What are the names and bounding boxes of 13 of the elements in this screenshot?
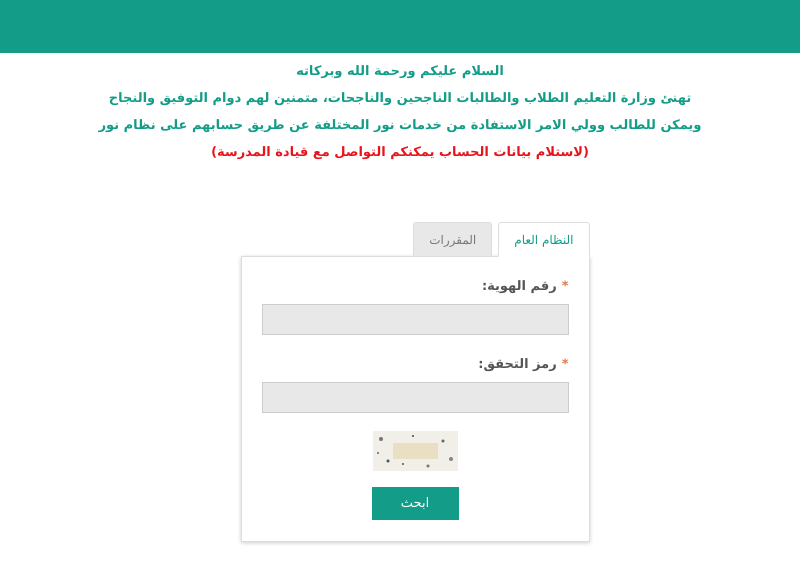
field-label: رقم الهوية: — [482, 279, 557, 294]
input-field[interactable] — [262, 382, 568, 413]
field-label: رمز التحقق: — [478, 357, 557, 372]
required-mark: * — [562, 279, 568, 294]
tab[interactable]: النظام العام — [498, 222, 590, 257]
tab[interactable]: المقررات — [413, 222, 492, 257]
notice-text: تهنئ وزارة التعليم الطلاب والطالبات الناجحين والناجحات، متمنين لهم دوام التوفيق والنجاح — [108, 90, 692, 108]
notice-text: (لاستلام بيانات الحساب يمكنكم التواصل مع قيادة المدرسة) — [211, 144, 589, 162]
notice-text: ويمكن للطالب وولي الامر الاستفادة من خدمات نور المختلفة عن طريق حسابهم على نظام نور — [98, 117, 702, 135]
required-mark: * — [562, 357, 568, 372]
notice-text: السلام عليكم ورحمة الله وبركاته — [296, 63, 504, 81]
input-field[interactable] — [262, 304, 568, 335]
search-button[interactable]: ابحث — [372, 487, 458, 520]
